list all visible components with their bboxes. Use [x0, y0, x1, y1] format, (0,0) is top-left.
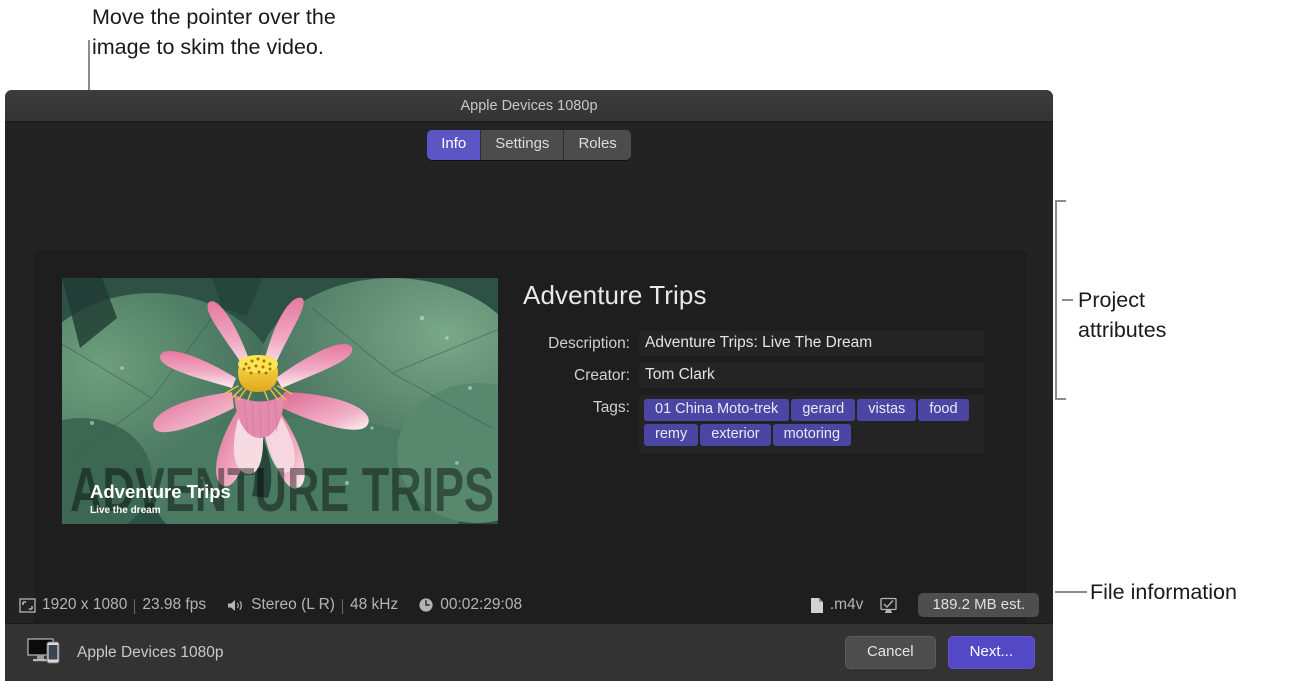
estimated-size-badge: 189.2 MB est. [918, 593, 1039, 617]
tag-chip[interactable]: exterior [700, 424, 771, 446]
callout-file-information-leader-line [1055, 591, 1087, 593]
tag-chip[interactable]: gerard [791, 399, 856, 421]
divider [341, 598, 343, 614]
callout-skim-note: Move the pointer over the image to skim … [92, 5, 336, 59]
output-format-group: .m4v [810, 596, 864, 614]
creator-label: Creator: [574, 367, 630, 384]
thumbnail-image: ADVENTURE TRIPS Adventure Trips Live the… [62, 278, 498, 524]
frame-icon [19, 597, 36, 613]
destination-label: Apple Devices 1080p [77, 643, 224, 661]
callout-file-information-label: File information [1090, 580, 1237, 604]
cancel-button[interactable]: Cancel [844, 636, 936, 669]
duration-group: 00:02:29:08 [418, 596, 522, 614]
video-preview-thumbnail[interactable]: ADVENTURE TRIPS Adventure Trips Live the… [62, 278, 498, 524]
screenshot-root: Move the pointer over the image to skim … [0, 0, 1301, 681]
tags-field[interactable]: 01 China Moto-trek gerard vistas food remy ex… [639, 395, 984, 453]
bottom-toolbar: Apple Devices 1080p Cancel Next... [5, 623, 1053, 681]
tag-chip[interactable]: 01 China Moto-trek [644, 399, 790, 421]
window-titlebar: Apple Devices 1080p [5, 90, 1053, 122]
tab-settings[interactable]: Settings [481, 130, 565, 160]
document-icon [810, 597, 824, 614]
speaker-icon [226, 598, 245, 613]
svg-text:Live the dream: Live the dream [90, 505, 161, 516]
field-row-tags: Tags: 01 China Moto-trek gerard vistas food… [523, 395, 1027, 453]
file-extension-value: .m4v [829, 596, 864, 613]
duration-value: 00:02:29:08 [440, 596, 523, 613]
sample-rate-value: 48 kHz [349, 596, 399, 613]
next-button[interactable]: Next... [947, 636, 1035, 669]
creator-value[interactable]: Tom Clark [639, 363, 984, 388]
tab-info[interactable]: Info [427, 130, 482, 160]
display-check-icon [879, 597, 898, 614]
export-window: Apple Devices 1080p Info Settings Roles [5, 90, 1053, 681]
window-title: Apple Devices 1080p [460, 97, 598, 114]
tag-chip[interactable]: remy [644, 424, 699, 446]
description-value[interactable]: Adventure Trips: Live The Dream [639, 331, 984, 356]
field-row-description: Description: Adventure Trips: Live The D… [523, 331, 1027, 356]
svg-text:Adventure Trips: Adventure Trips [90, 481, 231, 502]
video-info-group: 1920 x 1080 23.98 fps [19, 596, 206, 614]
callout-project-attributes-tick [1062, 299, 1073, 301]
file-information-bar: 1920 x 1080 23.98 fps Stereo (L R) 48 kH… [19, 589, 1039, 621]
clock-icon [418, 597, 434, 613]
callout-project-attributes-label: Project attributes [1078, 288, 1167, 342]
tab-roles[interactable]: Roles [564, 130, 631, 160]
resolution-value: 1920 x 1080 [42, 596, 128, 613]
destination-device-icon [27, 636, 65, 669]
tab-group: Info Settings Roles [427, 130, 631, 160]
description-label: Description: [548, 335, 630, 352]
tab-bar: Info Settings Roles [5, 122, 1053, 168]
audio-channels-value: Stereo (L R) [251, 596, 335, 613]
project-title: Adventure Trips [523, 280, 707, 310]
audio-info-group: Stereo (L R) 48 kHz [226, 596, 398, 614]
divider [134, 598, 136, 614]
fps-value: 23.98 fps [142, 596, 207, 613]
tags-label: Tags: [592, 399, 630, 416]
tag-chip[interactable]: vistas [857, 399, 917, 421]
tag-chip[interactable]: motoring [772, 424, 852, 446]
field-row-creator: Creator: Tom Clark [523, 363, 1027, 388]
tag-chip[interactable]: food [918, 399, 969, 421]
